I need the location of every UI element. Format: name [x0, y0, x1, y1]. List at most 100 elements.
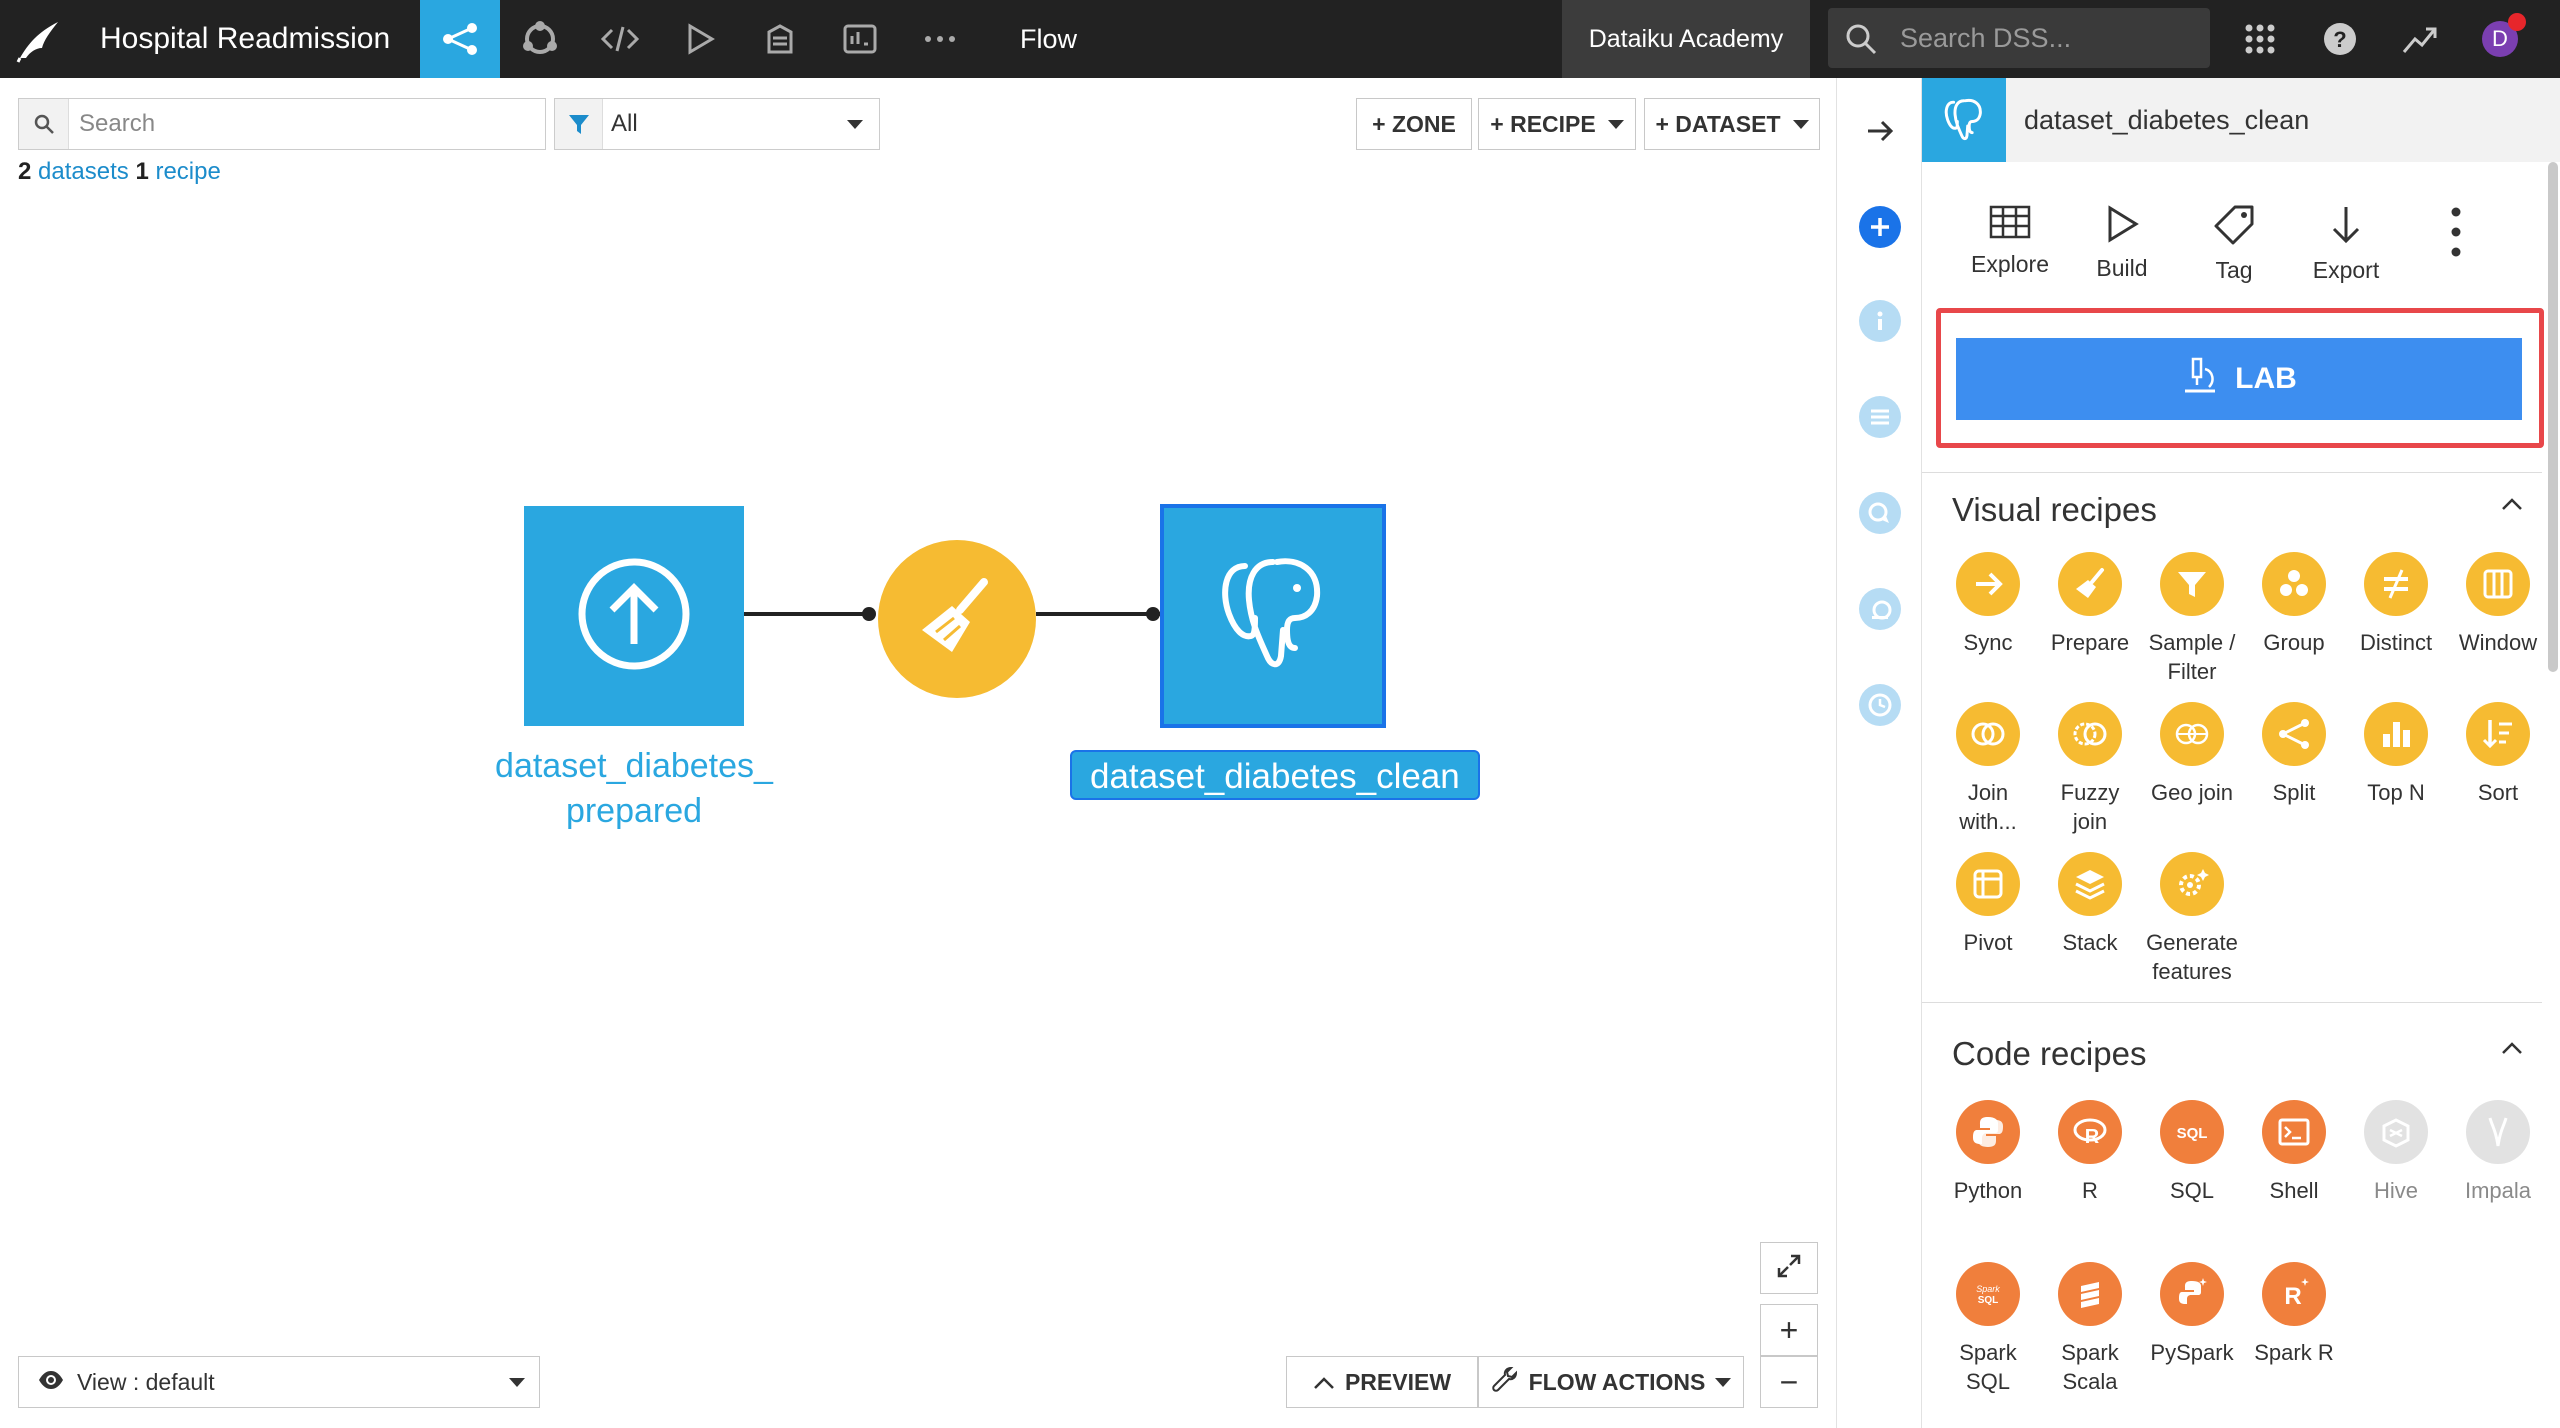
recipe-top-n[interactable]: Top N: [2344, 702, 2448, 807]
recipe-r[interactable]: RR: [2038, 1100, 2142, 1205]
dashboard-nav-icon[interactable]: [820, 0, 900, 78]
flow-counts: 2 datasets 1 recipe: [18, 158, 221, 186]
preview-button[interactable]: PREVIEW: [1286, 1356, 1478, 1408]
spark-r-icon: R: [2262, 1262, 2326, 1326]
zoom-out-button[interactable]: −: [1760, 1356, 1818, 1408]
recipe-hive[interactable]: Hive: [2344, 1100, 2448, 1205]
section-title: Flow: [1020, 24, 1078, 54]
datasets-link[interactable]: datasets: [38, 158, 129, 185]
flow-search[interactable]: [18, 98, 546, 150]
lab-button[interactable]: LAB: [1956, 338, 2522, 420]
flow-filter-select[interactable]: All: [554, 98, 880, 150]
chevron-up-icon[interactable]: [2500, 496, 2524, 517]
r-icon: R: [2058, 1100, 2122, 1164]
visual-recipes-title: Visual recipes: [1952, 491, 2157, 528]
expand-icon: [1776, 1250, 1802, 1287]
more-actions-button[interactable]: [2446, 206, 2466, 263]
search-icon: [19, 99, 69, 149]
recipe-generate-features[interactable]: Generate features: [2140, 852, 2244, 986]
play-icon: [2102, 205, 2142, 248]
schema-list-icon[interactable]: [1859, 396, 1901, 438]
recipe-join-with[interactable]: Join with...: [1936, 702, 2040, 836]
tag-action[interactable]: Tag: [2174, 204, 2294, 284]
global-search[interactable]: [1828, 8, 2210, 68]
recipe-sync[interactable]: Sync: [1936, 552, 2040, 657]
add-dataset-button[interactable]: + DATASET: [1644, 98, 1820, 150]
recipe-spark-r[interactable]: R Spark R: [2242, 1262, 2346, 1367]
recipe-prepare[interactable]: Prepare: [2038, 552, 2142, 657]
apps-grid-icon[interactable]: [2228, 0, 2292, 78]
lab-nav-icon[interactable]: [500, 0, 580, 78]
recipe-geo-join[interactable]: Geo join: [2140, 702, 2244, 807]
right-icon-rail: [1836, 78, 1922, 1428]
info-icon[interactable]: [1859, 300, 1901, 342]
sql-icon: SQL: [2160, 1100, 2224, 1164]
trend-icon[interactable]: [2388, 0, 2452, 78]
recipe-shell[interactable]: Shell: [2242, 1100, 2346, 1205]
add-zone-button[interactable]: + ZONE: [1356, 98, 1472, 150]
dataset-label-prepared[interactable]: dataset_diabetes_ prepared: [444, 744, 824, 834]
recipe-impala[interactable]: Impala: [2446, 1100, 2550, 1205]
dataiku-logo-icon[interactable]: [14, 14, 66, 64]
recipe-label: R: [2082, 1178, 2098, 1203]
recipe-spark-scala[interactable]: Spark Scala: [2038, 1262, 2142, 1396]
recipe-label: Sort: [2477, 780, 2519, 805]
lab-flask-icon[interactable]: [1859, 588, 1901, 630]
explore-action[interactable]: Explore: [1950, 204, 2070, 278]
recipe-split[interactable]: Split: [2242, 702, 2346, 807]
add-recipe-button[interactable]: + RECIPE: [1478, 98, 1636, 150]
dataset-node-clean[interactable]: [1160, 504, 1386, 728]
flow-edge-dot: [862, 607, 876, 621]
recipe-spark-sql[interactable]: Spark SQL Spark SQL: [1936, 1262, 2040, 1396]
code-nav-icon[interactable]: [580, 0, 660, 78]
more-nav-icon[interactable]: [900, 0, 980, 78]
flow-actions-label: FLOW ACTIONS: [1528, 1368, 1706, 1395]
recipes-link[interactable]: recipe: [155, 158, 220, 185]
recipe-sample-filter[interactable]: Sample / Filter: [2140, 552, 2244, 686]
recipe-fuzzy-join[interactable]: Fuzzy join: [2038, 702, 2142, 836]
build-label: Build: [2096, 255, 2148, 281]
recipe-pivot[interactable]: Pivot: [1936, 852, 2040, 957]
filter-value: All: [611, 110, 638, 137]
recipe-stack[interactable]: Stack: [2038, 852, 2142, 957]
recipe-distinct[interactable]: Distinct: [2344, 552, 2448, 657]
project-name[interactable]: Hospital Readmission: [100, 0, 390, 78]
dataset-actions-panel: dataset_diabetes_clean Explore Build Tag…: [1922, 78, 2560, 1428]
recipe-sql[interactable]: SQL SQL: [2140, 1100, 2244, 1205]
recipe-pyspark[interactable]: PySpark: [2140, 1262, 2244, 1367]
dataset-label-clean[interactable]: dataset_diabetes_clean: [1070, 750, 1480, 800]
broom-icon: [2058, 552, 2122, 616]
chevron-down-icon: [1792, 119, 1809, 129]
recipe-label: Spark Scala: [2061, 1340, 2119, 1394]
instance-label[interactable]: Dataiku Academy: [1562, 0, 1810, 78]
global-search-input[interactable]: [1900, 8, 2200, 68]
recipe-group[interactable]: Group: [2242, 552, 2346, 657]
avatar[interactable]: D: [2482, 13, 2526, 57]
flow-nav-icon[interactable]: [420, 0, 500, 78]
discussions-icon[interactable]: [1859, 492, 1901, 534]
flow-search-input[interactable]: [79, 99, 539, 149]
recipe-window[interactable]: Window: [2446, 552, 2550, 657]
view-select[interactable]: View : default: [18, 1356, 540, 1408]
dataset-node-prepared[interactable]: [524, 506, 744, 726]
join-icon: [1956, 702, 2020, 766]
prepare-recipe-node[interactable]: [878, 540, 1036, 698]
fullscreen-button[interactable]: [1760, 1242, 1818, 1294]
jobs-nav-icon[interactable]: [660, 0, 740, 78]
table-icon: [1988, 205, 2032, 244]
flow-actions-button[interactable]: FLOW ACTIONS: [1478, 1356, 1744, 1408]
user-avatar[interactable]: D: [2468, 0, 2532, 78]
flow-edge-dot: [1146, 607, 1160, 621]
history-clock-icon[interactable]: [1859, 684, 1901, 726]
wiki-nav-icon[interactable]: [740, 0, 820, 78]
recipe-sort[interactable]: Sort: [2446, 702, 2550, 807]
export-action[interactable]: Export: [2286, 204, 2406, 284]
chevron-up-icon[interactable]: [2500, 1040, 2524, 1061]
help-icon[interactable]: ?: [2308, 0, 2372, 78]
build-action[interactable]: Build: [2062, 204, 2182, 282]
zoom-in-button[interactable]: +: [1760, 1304, 1818, 1356]
globe-icon: [2160, 702, 2224, 766]
collapse-panel-arrow-icon[interactable]: [1859, 110, 1901, 152]
recipe-python[interactable]: Python: [1936, 1100, 2040, 1205]
add-plus-icon[interactable]: [1859, 206, 1901, 248]
